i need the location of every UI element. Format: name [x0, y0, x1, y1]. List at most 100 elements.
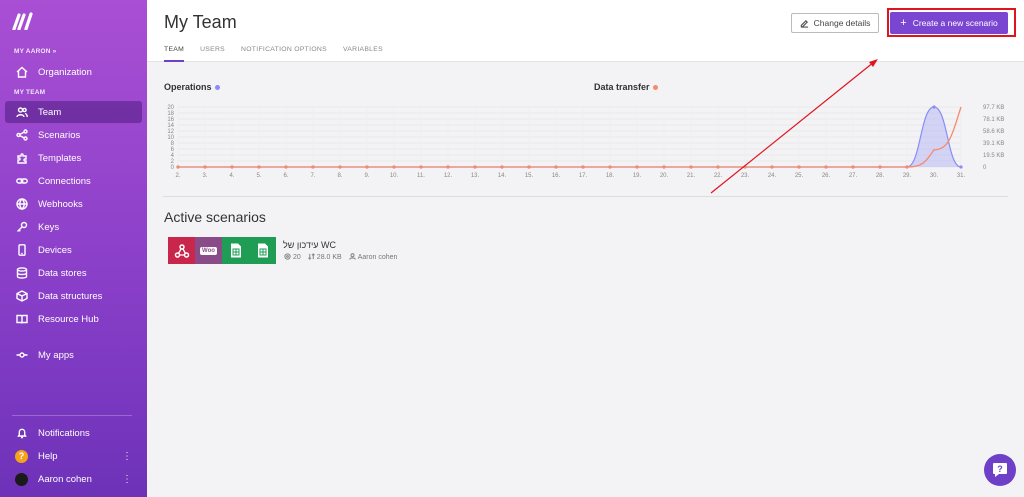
x-tick-label: 16. — [552, 173, 561, 179]
sidebar-item-devices[interactable]: Devices — [5, 239, 142, 261]
y-tick-label-data-transfer: 39.1 KB — [983, 141, 1004, 147]
x-tick-label: 8. — [337, 173, 342, 179]
scenario-owner-value: Aaron cohen — [357, 254, 398, 261]
tab-notification-options[interactable]: NOTIFICATION OPTIONS — [241, 46, 327, 62]
data-transfer-point — [635, 165, 639, 169]
data-transfer-point — [770, 165, 774, 169]
data-transfer-point — [176, 165, 180, 169]
commit-icon — [15, 349, 28, 362]
operations-point — [959, 165, 963, 169]
data-transfer-point — [797, 165, 801, 169]
y-tick-label-data-transfer: 97.7 KB — [983, 105, 1004, 111]
user-icon — [348, 253, 356, 260]
data-transfer-chart-title: Data transfer — [594, 82, 658, 92]
sidebar-item-data-stores[interactable]: Data stores — [5, 262, 142, 284]
sidebar-item-connections[interactable]: Connections — [5, 170, 142, 192]
x-tick-label: 14. — [498, 173, 507, 179]
scenario-name[interactable]: עידכון של WC — [283, 240, 336, 250]
x-tick-label: 20. — [660, 173, 669, 179]
share-icon — [15, 129, 28, 142]
data-transfer-title-text: Data transfer — [594, 82, 650, 92]
sidebar-item-resource-hub[interactable]: Resource Hub — [5, 308, 142, 330]
data-transfer-point — [284, 165, 288, 169]
active-scenarios-title: Active scenarios — [164, 209, 266, 225]
key-icon — [15, 221, 28, 234]
help-menu-icon[interactable]: ⋮ — [122, 451, 132, 462]
edit-icon — [800, 19, 808, 28]
data-transfer-point — [500, 165, 504, 169]
help-chat-button[interactable]: ? — [984, 454, 1016, 486]
globe-icon — [15, 198, 28, 211]
make-logo-icon[interactable] — [12, 12, 34, 30]
sidebar-item-help[interactable]: ? Help ⋮ — [5, 445, 142, 467]
operations-chart-title: Operations — [164, 82, 220, 92]
operations-point — [932, 105, 936, 109]
data-transfer-point — [824, 165, 828, 169]
sidebar-item-label: Data stores — [38, 267, 87, 279]
sheets-icon — [222, 237, 249, 264]
sidebar-item-data-structures[interactable]: Data structures — [5, 285, 142, 307]
change-details-button[interactable]: Change details — [791, 13, 879, 33]
user-menu-icon[interactable]: ⋮ — [122, 474, 132, 485]
sidebar-item-keys[interactable]: Keys — [5, 216, 142, 238]
x-tick-label: 10. — [390, 173, 399, 179]
sidebar-item-label: Scenarios — [38, 129, 81, 141]
data-transfer-point — [392, 165, 396, 169]
avatar — [15, 472, 28, 486]
transfer-icon — [307, 253, 315, 260]
data-transfer-point — [581, 165, 585, 169]
data-transfer-point — [554, 165, 558, 169]
x-tick-label: 12. — [444, 173, 453, 179]
scenario-operations: 20 — [284, 253, 301, 261]
book-icon — [15, 313, 28, 326]
woo-icon: Woo — [195, 237, 222, 264]
sidebar-item-label: Webhooks — [38, 198, 83, 210]
users-icon — [15, 106, 28, 119]
data-transfer-point — [203, 165, 207, 169]
sidebar-item-webhooks[interactable]: Webhooks — [5, 193, 142, 215]
x-tick-label: 31. — [957, 173, 966, 179]
sheets-icon — [249, 237, 276, 264]
user-name: Aaron cohen — [38, 473, 92, 485]
sidebar-item-scenarios[interactable]: Scenarios — [5, 124, 142, 146]
data-transfer-point — [338, 165, 342, 169]
data-transfer-point — [689, 165, 693, 169]
x-tick-label: 3. — [202, 173, 207, 179]
x-tick-label: 11. — [417, 173, 425, 179]
sidebar-item-label: Team — [38, 106, 62, 118]
y-tick-label-operations: 0 — [171, 165, 175, 171]
x-tick-label: 25. — [795, 173, 804, 179]
sidebar-item-templates[interactable]: Templates — [5, 147, 142, 169]
x-tick-label: 7. — [310, 173, 315, 179]
tab-variables[interactable]: VARIABLES — [343, 46, 383, 62]
scenario-data-value: 28.0 KB — [316, 254, 342, 261]
org-section-label[interactable]: MY AARON » — [14, 48, 56, 55]
x-tick-label: 6. — [283, 173, 288, 179]
sidebar-item-my-apps[interactable]: My apps — [5, 344, 142, 366]
sidebar-item-organization[interactable]: Organization — [5, 61, 142, 83]
sidebar-item-user[interactable]: Aaron cohen ⋮ — [5, 468, 142, 490]
x-tick-label: 26. — [822, 173, 831, 179]
operations-legend-dot — [214, 85, 220, 91]
data-transfer-point — [716, 165, 720, 169]
sidebar-item-label: Keys — [38, 221, 60, 233]
data-transfer-point — [473, 165, 477, 169]
x-tick-label: 22. — [714, 173, 723, 179]
scenario-data: 28.0 KB — [307, 253, 342, 261]
sidebar-item-label: Notifications — [38, 427, 90, 439]
tab-team[interactable]: TEAM — [164, 46, 185, 62]
tab-users[interactable]: USERS — [200, 46, 225, 62]
annotation-highlight-box — [887, 8, 1016, 37]
data-transfer-legend-dot — [652, 85, 658, 91]
help-icon: ? — [15, 449, 28, 463]
scenario-operations-value: 20 — [293, 254, 301, 261]
sidebar-item-team[interactable]: Team — [5, 101, 142, 123]
sidebar-item-notifications[interactable]: Notifications — [5, 422, 142, 444]
puzzle-icon — [15, 152, 28, 165]
data-transfer-point — [608, 165, 612, 169]
y-tick-label-data-transfer: 78.1 KB — [983, 117, 1004, 123]
svg-text:?: ? — [997, 464, 1003, 474]
data-transfer-point — [365, 165, 369, 169]
sidebar-item-label: Help — [38, 450, 58, 462]
scenario-app-strip[interactable]: Woo — [168, 237, 276, 264]
